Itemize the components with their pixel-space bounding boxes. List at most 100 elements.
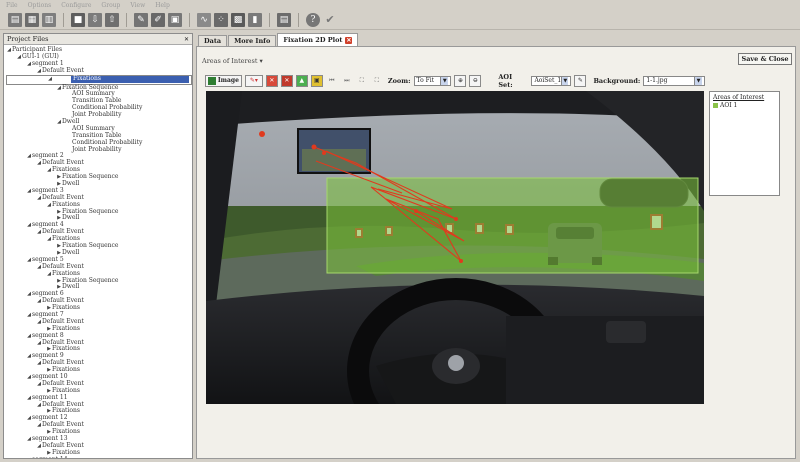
tree-item-label: Dwell bbox=[62, 180, 80, 188]
fit-icon[interactable]: ⛶ bbox=[356, 75, 368, 87]
tree-item-label: Joint Probability bbox=[72, 111, 122, 119]
aoi-legend-item[interactable]: AOI 1 bbox=[713, 102, 776, 109]
tree-item[interactable]: ◢ Default Event bbox=[6, 339, 192, 347]
zoom-select[interactable]: To Fit ▼ bbox=[413, 75, 452, 86]
tree-item[interactable]: ◢ segment 2 bbox=[6, 153, 192, 160]
tab-label: More Info bbox=[234, 37, 271, 45]
tree-item[interactable]: ◢ Default Event bbox=[6, 67, 192, 75]
next-icon[interactable]: ⏭ bbox=[341, 75, 353, 87]
tree-item[interactable]: ◢ Default Event bbox=[6, 159, 192, 167]
tree-item[interactable]: ◢ Default Event bbox=[6, 228, 192, 236]
expand-arrow-icon[interactable]: ◢ bbox=[47, 76, 53, 83]
fixation-plot-panel: Areas of Interest ▾ Save & Close Image ✎… bbox=[196, 46, 796, 459]
edit-aoi-set-icon[interactable]: ✎ bbox=[574, 74, 587, 87]
tree-item[interactable]: ◢ segment 6 bbox=[6, 290, 192, 298]
aoi-filter-dropdown[interactable]: Areas of Interest ▾ bbox=[202, 57, 263, 65]
import-icon[interactable]: ⇩ bbox=[88, 12, 102, 27]
fixation-plot-canvas[interactable] bbox=[206, 91, 704, 404]
tree-item[interactable]: ◢ Default Event bbox=[6, 380, 192, 388]
tree-item[interactable]: ◢ Default Event bbox=[6, 297, 192, 305]
aoi-set-select[interactable]: AoiSet_1 ▼ bbox=[531, 75, 572, 86]
expand-icon[interactable]: ⛶ bbox=[371, 75, 383, 87]
tab-data[interactable]: Data bbox=[198, 35, 228, 46]
previous-icon[interactable]: ⏮ bbox=[326, 75, 338, 87]
tree-item[interactable]: ◢ segment 13 bbox=[6, 435, 192, 443]
menu-help[interactable]: Help bbox=[155, 2, 170, 9]
chevron-down-icon: ▼ bbox=[561, 76, 569, 85]
toolbar-separator bbox=[298, 12, 299, 27]
new-file-icon[interactable]: ▤ bbox=[8, 12, 22, 27]
bar-chart-icon[interactable]: ▮ bbox=[248, 12, 262, 27]
heatmap-icon[interactable]: ▩ bbox=[231, 12, 245, 27]
background-select[interactable]: 1-1.jpg ▼ bbox=[643, 75, 705, 86]
scatter-plot-icon[interactable]: ⁘ bbox=[214, 12, 228, 27]
project-files-header: Project Files ✕ bbox=[4, 34, 192, 45]
tree-item[interactable]: ◢ segment 7 bbox=[6, 311, 192, 319]
zoom-label: Zoom: bbox=[387, 76, 411, 85]
check-icon[interactable]: ✔ bbox=[323, 13, 337, 27]
tree-item[interactable]: ◢ Default Event bbox=[6, 401, 192, 409]
zoom-value: To Fit bbox=[416, 77, 435, 84]
tree-item[interactable]: ◢segment 14 bbox=[6, 456, 192, 458]
tree-item[interactable]: ◢ Default Event bbox=[6, 263, 192, 271]
help-icon[interactable]: ? bbox=[306, 12, 320, 27]
edit-data-icon[interactable]: ✎ bbox=[134, 12, 148, 27]
report-icon[interactable]: ▤ bbox=[277, 12, 291, 27]
menu-configure[interactable]: Configure bbox=[61, 2, 91, 9]
tree-item[interactable]: ◢ Default Event bbox=[6, 318, 192, 326]
tree-item[interactable]: ◢ segment 5 bbox=[6, 256, 192, 264]
line-chart-icon[interactable]: ∿ bbox=[197, 12, 211, 27]
tree-item[interactable]: ◢ segment 3 bbox=[6, 187, 192, 195]
menu-group[interactable]: Group bbox=[101, 2, 120, 9]
tree-item[interactable]: ▶ Fixation Sequence bbox=[6, 242, 192, 250]
tab-more-info[interactable]: More Info bbox=[228, 35, 277, 46]
tree-item[interactable]: ◢ Default Event bbox=[6, 421, 192, 429]
tree-item[interactable]: ◢ segment 1 bbox=[6, 60, 192, 68]
tree-item[interactable]: ◢ Default Event bbox=[6, 194, 192, 202]
tree-item[interactable]: ◢ segment 10 bbox=[6, 373, 192, 381]
zoom-in-icon[interactable]: ⊕ bbox=[454, 74, 467, 87]
tab-fixation-2d-plot[interactable]: Fixation 2D Plot ✕ bbox=[277, 33, 359, 46]
menu-view[interactable]: View bbox=[130, 2, 145, 9]
tree-item-label: segment 14 bbox=[32, 456, 68, 458]
edit-icon[interactable]: ✎▾ bbox=[244, 74, 263, 87]
tree-item[interactable]: Joint Probability bbox=[6, 111, 192, 119]
delete-all-icon[interactable]: ✕ bbox=[280, 74, 293, 87]
table-icon[interactable]: ▣ bbox=[168, 12, 182, 27]
menu-options[interactable]: Options bbox=[28, 2, 52, 9]
open-files-icon[interactable]: ▦ bbox=[25, 12, 39, 27]
project-files-title: Project Files bbox=[7, 35, 49, 43]
aoi-legend-title: Areas of Interest bbox=[713, 94, 765, 101]
save-image-button[interactable]: Image bbox=[205, 74, 242, 87]
tree-item[interactable]: ◢ segment 9 bbox=[6, 352, 192, 360]
project-files-panel: Project Files ✕ ◢ Participant Files ◢ GUI-1… bbox=[3, 33, 193, 459]
edit-aoi-icon[interactable]: ✐ bbox=[151, 12, 165, 27]
menu-bar: File Options Configure Group View Help bbox=[0, 0, 800, 10]
project-tree: ◢ Participant Files ◢ GUI-1 (GUI) ◢ segment 1… bbox=[4, 45, 192, 458]
copy-file-icon[interactable]: ▥ bbox=[42, 12, 56, 27]
save-close-button[interactable]: Save & Close bbox=[738, 53, 792, 65]
tree-item[interactable]: ▶ Fixation Sequence bbox=[6, 277, 192, 285]
tree-item[interactable]: ▶ Fixation Sequence bbox=[6, 173, 192, 181]
save-icon[interactable]: ■ bbox=[71, 12, 85, 27]
tree-item[interactable]: ▶ Fixation Sequence bbox=[6, 208, 192, 216]
tree-item[interactable]: ◢ segment 11 bbox=[6, 394, 192, 402]
tree-item[interactable]: ◢ segment 8 bbox=[6, 332, 192, 340]
tree-item[interactable]: ◢ Default Event bbox=[6, 359, 192, 367]
image-up-icon[interactable]: ▲ bbox=[295, 74, 308, 87]
tree-item[interactable]: ◢ Default Event bbox=[6, 442, 192, 450]
delete-aoi-icon[interactable]: ✕ bbox=[265, 74, 278, 87]
zoom-out-icon[interactable]: ⊖ bbox=[469, 74, 482, 87]
close-icon[interactable]: ✕ bbox=[184, 36, 189, 43]
tree-item[interactable]: ◢ segment 12 bbox=[6, 414, 192, 422]
plot-toolbar: Image ✎▾ ✕ ✕ ▲ ▣ ⏮ ⏭ ⛶ ⛶ Zoom: To Fit ▼ … bbox=[205, 73, 705, 89]
tree-item-label: Dwell bbox=[62, 214, 80, 222]
aoi-1-region[interactable] bbox=[326, 177, 699, 274]
menu-file[interactable]: File bbox=[6, 2, 18, 9]
export-icon[interactable]: ⇧ bbox=[105, 12, 119, 27]
tree-item[interactable]: ◢ segment 4 bbox=[6, 221, 192, 229]
tree-item-label: Fixations bbox=[71, 75, 189, 84]
lock-icon[interactable]: ▣ bbox=[310, 74, 323, 87]
close-icon[interactable]: ✕ bbox=[345, 36, 353, 44]
aoi-color-swatch bbox=[713, 103, 718, 108]
